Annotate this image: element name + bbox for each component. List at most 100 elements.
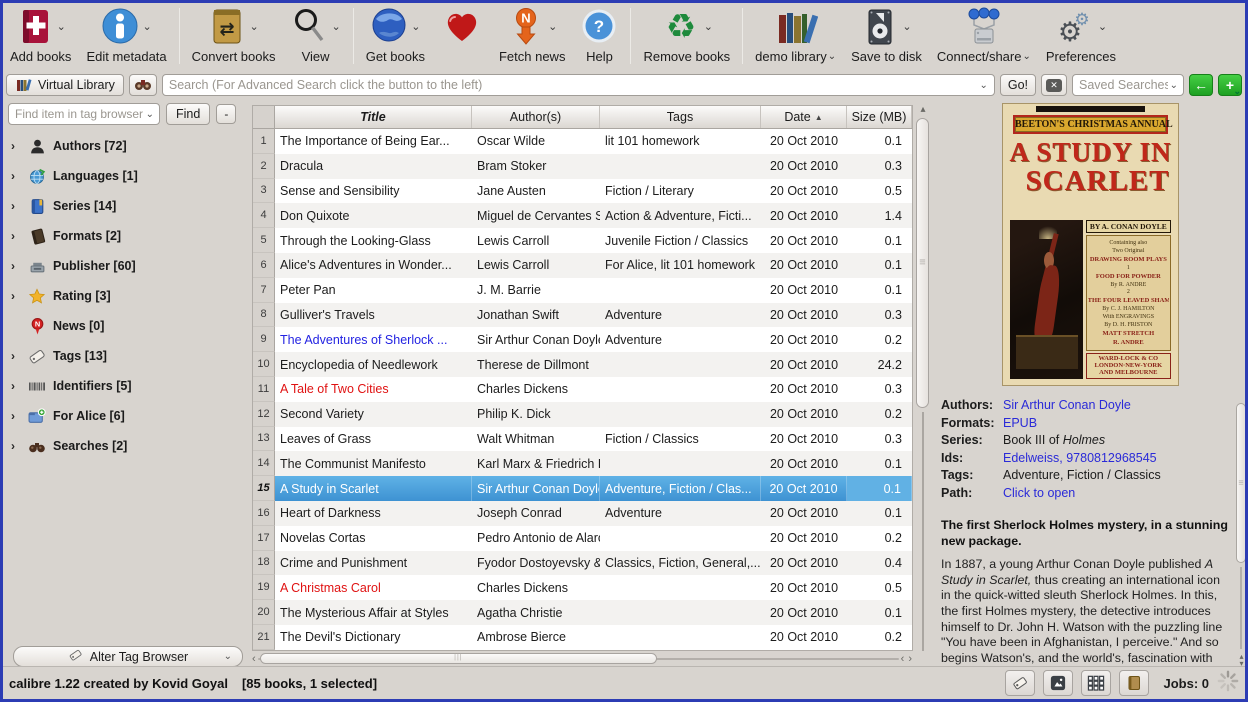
table-row[interactable]: 9The Adventures of Sherlock ...Sir Arthu… bbox=[253, 327, 912, 352]
toolbar-add-books[interactable]: ⌄Add books bbox=[7, 6, 74, 64]
sidebar-item-formats[interactable]: ›Formats [2] bbox=[7, 221, 250, 251]
sidebar-item-languages[interactable]: ›Languages [1] bbox=[7, 161, 250, 191]
table-row[interactable]: 4Don QuixoteMiguel de Cervantes Saa...Ac… bbox=[253, 203, 912, 228]
table-row[interactable]: 14The Communist ManifestoKarl Marx & Fri… bbox=[253, 451, 912, 476]
scrollbar-thumb[interactable] bbox=[260, 653, 657, 664]
table-row[interactable]: 6Alice's Adventures in Wonder...Lewis Ca… bbox=[253, 253, 912, 278]
table-row[interactable]: 5Through the Looking-GlassLewis CarrollJ… bbox=[253, 228, 912, 253]
toolbar-help[interactable]: ?Help bbox=[577, 6, 621, 64]
field-value-link[interactable]: EPUB bbox=[1003, 415, 1231, 433]
toolbar-convert-books[interactable]: ⇄⌄Convert books bbox=[189, 6, 279, 64]
column-header-size-mb[interactable]: Size (MB) bbox=[847, 106, 912, 128]
search-input-combo[interactable]: ⌄ bbox=[162, 74, 995, 96]
save-search-button[interactable]: +⌄ bbox=[1218, 74, 1242, 96]
toolbar-preferences[interactable]: ⚙⚙⌄Preferences bbox=[1043, 6, 1119, 64]
sidebar-item-rating[interactable]: ›Rating [3] bbox=[7, 281, 250, 311]
alter-tag-browser-button[interactable]: Alter Tag Browser ⌄ bbox=[13, 646, 243, 667]
toolbar-view[interactable]: ⌄View bbox=[287, 6, 343, 64]
chevron-down-icon[interactable]: ⌄ bbox=[1098, 22, 1107, 32]
table-row[interactable]: 17Novelas CortasPedro Antonio de Alarcón… bbox=[253, 526, 912, 551]
column-header-date[interactable]: Date▲ bbox=[761, 106, 847, 128]
expand-chevron-icon[interactable]: › bbox=[11, 259, 21, 273]
chevron-down-icon[interactable]: ⌄ bbox=[142, 22, 151, 32]
jobs-count[interactable]: Jobs: 0 bbox=[1163, 676, 1209, 691]
table-row[interactable]: 12Second VarietyPhilip K. Dick20 Oct 201… bbox=[253, 402, 912, 427]
book-details-toggle-button[interactable] bbox=[1119, 670, 1149, 696]
horizontal-scrollbar[interactable]: ‹ ‹ › bbox=[250, 652, 914, 665]
clear-search-button[interactable]: ✕ bbox=[1041, 74, 1067, 96]
grid-view-toggle-button[interactable] bbox=[1081, 670, 1111, 696]
toolbar-donate-heart-icon[interactable] bbox=[437, 6, 487, 48]
details-scrollbar[interactable]: ▴▾ bbox=[1235, 397, 1248, 665]
chevron-down-icon[interactable]: ⌄ bbox=[331, 22, 340, 32]
chevron-down-icon[interactable]: ⌄ bbox=[1168, 80, 1180, 91]
sidebar-item-for-alice[interactable]: ›For Alice [6] bbox=[7, 401, 250, 431]
table-row[interactable]: 16Heart of DarknessJoseph ConradAdventur… bbox=[253, 501, 912, 526]
table-row[interactable]: 13Leaves of GrassWalt WhitmanFiction / C… bbox=[253, 427, 912, 452]
chevron-down-icon[interactable]: ⌄ bbox=[704, 22, 713, 32]
table-row[interactable]: 1The Importance of Being Ear...Oscar Wil… bbox=[253, 129, 912, 154]
scroll-arrows[interactable]: ▴▾ bbox=[1235, 653, 1248, 667]
scroll-left-icon[interactable]: ‹ bbox=[250, 654, 258, 664]
expand-chevron-icon[interactable]: › bbox=[11, 349, 21, 363]
sidebar-item-news[interactable]: NNews [0] bbox=[7, 311, 250, 341]
find-item-combo[interactable]: ⌄ bbox=[8, 103, 160, 125]
saved-searches-input[interactable] bbox=[1079, 78, 1168, 92]
table-row[interactable]: 7Peter PanJ. M. Barrie20 Oct 20100.1 bbox=[253, 278, 912, 303]
advanced-search-button[interactable] bbox=[129, 74, 157, 96]
chevron-down-icon[interactable]: ⌄ bbox=[57, 22, 66, 32]
toolbar-connect-share[interactable]: Connect/share⌄ bbox=[934, 6, 1034, 64]
field-value-link[interactable]: Click to open bbox=[1003, 485, 1231, 503]
virtual-library-button[interactable]: Virtual Library bbox=[6, 74, 124, 96]
sidebar-item-tags[interactable]: ›Tags [13] bbox=[7, 341, 250, 371]
expand-chevron-icon[interactable]: › bbox=[11, 199, 21, 213]
expand-chevron-icon[interactable]: › bbox=[11, 409, 21, 423]
collapse-all-button[interactable]: - bbox=[216, 104, 236, 124]
jobs-spinner-icon[interactable] bbox=[1217, 670, 1239, 697]
table-row[interactable]: 18Crime and PunishmentFyodor Dostoyevsky… bbox=[253, 551, 912, 576]
search-input[interactable] bbox=[169, 78, 978, 92]
expand-chevron-icon[interactable]: › bbox=[11, 169, 21, 183]
expand-chevron-icon[interactable]: › bbox=[11, 229, 21, 243]
expand-chevron-icon[interactable]: › bbox=[11, 289, 21, 303]
column-header-tags[interactable]: Tags bbox=[600, 106, 761, 128]
scroll-left-icon[interactable]: ‹ bbox=[899, 654, 907, 664]
chevron-down-icon[interactable]: ⌄ bbox=[902, 22, 911, 32]
tag-browser-toggle-button[interactable] bbox=[1005, 670, 1035, 696]
chevron-down-icon[interactable]: ⌄ bbox=[977, 80, 989, 91]
table-row[interactable]: 21The Devil's DictionaryAmbrose Bierce20… bbox=[253, 625, 912, 650]
chevron-down-icon[interactable]: ⌄ bbox=[548, 22, 557, 32]
toolbar-get-books[interactable]: ⌄Get books bbox=[363, 6, 428, 64]
sidebar-item-searches[interactable]: ›Searches [2] bbox=[7, 431, 250, 461]
book-cover[interactable]: BEETON'S CHRISTMAS ANNUAL A STUDY IN SCA… bbox=[1002, 103, 1179, 386]
sidebar-item-series[interactable]: ›Series [14] bbox=[7, 191, 250, 221]
toolbar-edit-metadata[interactable]: ⌄Edit metadata bbox=[83, 6, 169, 64]
cover-browser-toggle-button[interactable] bbox=[1043, 670, 1073, 696]
toolbar-save-to-disk[interactable]: ⌄Save to disk bbox=[848, 6, 925, 64]
table-row[interactable]: 10Encyclopedia of NeedleworkTherese de D… bbox=[253, 352, 912, 377]
table-row[interactable]: 2DraculaBram Stoker20 Oct 20100.3 bbox=[253, 154, 912, 179]
toolbar-demo-library[interactable]: demo library⌄ bbox=[752, 6, 839, 64]
chevron-down-icon[interactable]: ⌄ bbox=[411, 22, 420, 32]
field-value-link[interactable]: Sir Arthur Conan Doyle bbox=[1003, 397, 1231, 415]
field-value-link[interactable]: Edelweiss, 9780812968545 bbox=[1003, 450, 1231, 468]
scrollbar-track[interactable] bbox=[258, 652, 899, 665]
chevron-down-icon[interactable]: ⌄ bbox=[249, 22, 258, 32]
scrollbar-thumb[interactable] bbox=[916, 118, 929, 408]
chevron-down-icon[interactable]: ⌄ bbox=[828, 52, 836, 62]
sidebar-item-authors[interactable]: ›Authors [72] bbox=[7, 131, 250, 161]
toolbar-fetch-news[interactable]: N⌄Fetch news bbox=[496, 6, 568, 64]
find-button[interactable]: Find bbox=[166, 103, 210, 125]
column-header-author-s[interactable]: Author(s) bbox=[472, 106, 600, 128]
scroll-up-icon[interactable]: ▴ bbox=[920, 104, 925, 115]
scrollbar-thumb[interactable] bbox=[1236, 403, 1246, 563]
chevron-down-icon[interactable]: ⌄ bbox=[144, 109, 156, 120]
sidebar-item-identifiers[interactable]: ›Identifiers [5] bbox=[7, 371, 250, 401]
chevron-down-icon[interactable]: ⌄ bbox=[1022, 52, 1030, 62]
table-row[interactable]: 11A Tale of Two CitiesCharles Dickens20 … bbox=[253, 377, 912, 402]
table-row[interactable]: 19A Christmas CarolCharles Dickens20 Oct… bbox=[253, 575, 912, 600]
table-row[interactable]: 15A Study in ScarletSir Arthur Conan Doy… bbox=[253, 476, 912, 501]
expand-chevron-icon[interactable]: › bbox=[11, 439, 21, 453]
expand-chevron-icon[interactable]: › bbox=[11, 139, 21, 153]
find-item-input[interactable] bbox=[15, 107, 144, 121]
